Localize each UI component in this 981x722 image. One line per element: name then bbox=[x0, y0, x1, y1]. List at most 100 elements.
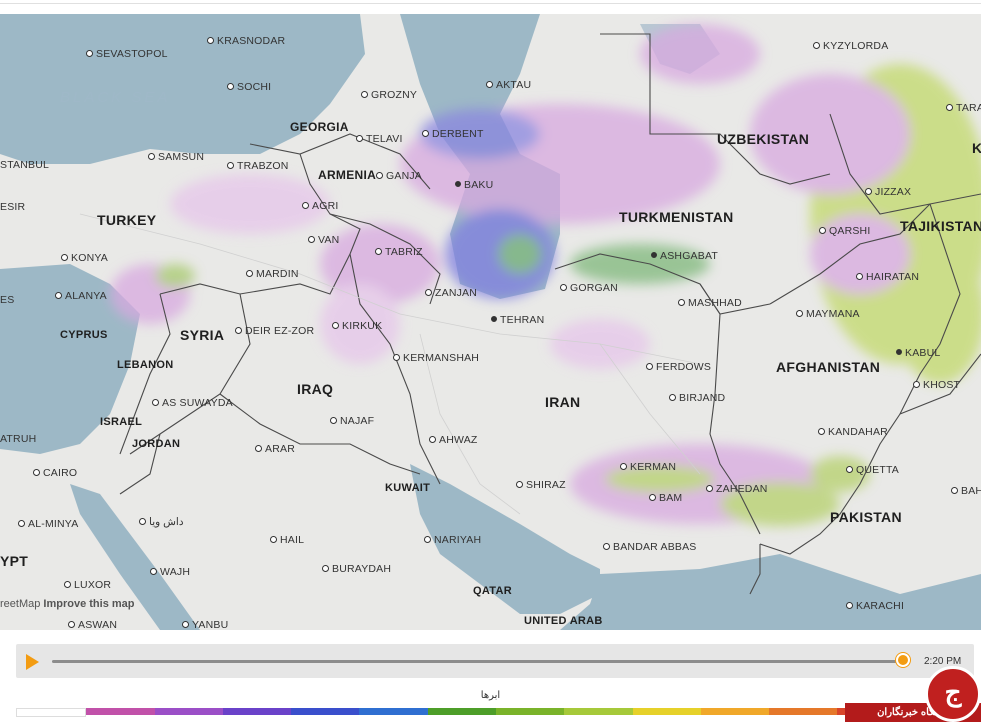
city-marker-icon bbox=[649, 493, 656, 501]
city-label: HAIRATAN bbox=[856, 272, 919, 283]
city-label: WAJH bbox=[150, 567, 190, 578]
city-marker-icon bbox=[255, 444, 262, 452]
country-afghanistan: AFGHANISTAN bbox=[776, 359, 881, 375]
city-label: YANBU bbox=[182, 620, 228, 630]
city-marker-icon bbox=[33, 468, 40, 476]
city-marker-icon bbox=[152, 398, 159, 406]
city-label: KERMANSHAH bbox=[393, 353, 479, 364]
city-label: AL-MINYA bbox=[18, 519, 78, 530]
top-border bbox=[0, 0, 981, 4]
legend-swatch bbox=[16, 708, 87, 717]
city-marker-icon bbox=[813, 41, 820, 49]
legend-swatch bbox=[359, 708, 428, 715]
legend-swatch bbox=[427, 708, 496, 715]
city-marker-icon bbox=[55, 291, 62, 299]
country-israel: ISRAEL bbox=[100, 416, 143, 428]
city-label: TABRIZ bbox=[375, 247, 423, 258]
attribution-text: reetMap bbox=[0, 598, 41, 610]
city-label: LUXOR bbox=[64, 580, 111, 591]
city-label: NARIYAH bbox=[424, 535, 481, 546]
city-marker-icon bbox=[302, 201, 309, 209]
city-marker-icon bbox=[64, 580, 71, 588]
country-egypt-partial: YPT bbox=[0, 553, 29, 569]
watermark-logo: باشگاه خبرنگاران ج bbox=[845, 660, 981, 722]
city-marker-icon bbox=[246, 269, 253, 277]
city-marker-icon bbox=[332, 321, 339, 329]
country-cyprus: CYPRUS bbox=[60, 329, 108, 341]
city-label: BIRJAND bbox=[669, 393, 725, 404]
city-label: ZANJAN bbox=[425, 288, 477, 299]
city-label: STANBUL bbox=[0, 159, 50, 171]
city-label: KONYA bbox=[61, 253, 108, 264]
city-marker-icon bbox=[516, 480, 523, 488]
city-label: TARA bbox=[946, 103, 981, 114]
city-label: BAM bbox=[649, 493, 682, 504]
city-label: ES bbox=[0, 294, 15, 306]
city-label: BAKU bbox=[455, 180, 493, 191]
city-label: TRABZON bbox=[227, 161, 289, 172]
city-label: BAH bbox=[951, 486, 981, 497]
city-label: DERBENT bbox=[422, 129, 484, 140]
timeline-track[interactable] bbox=[52, 660, 904, 663]
city-marker-icon bbox=[270, 535, 277, 543]
city-label: AHWAZ bbox=[429, 435, 478, 446]
improve-map-link[interactable]: Improve this map bbox=[43, 598, 134, 610]
city-label: SOCHI bbox=[227, 82, 271, 93]
city-label: KYZYLORDA bbox=[813, 41, 888, 52]
city-label: DEIR EZ-ZOR bbox=[235, 326, 314, 337]
city-label: KARACHI bbox=[846, 601, 904, 612]
country-syria: SYRIA bbox=[180, 327, 225, 343]
country-pakistan: PAKISTAN bbox=[830, 509, 902, 525]
legend-swatch bbox=[564, 708, 633, 715]
city-label: ALANYA bbox=[55, 291, 107, 302]
city-label: TEHRAN bbox=[491, 315, 544, 326]
city-marker-icon bbox=[603, 542, 610, 550]
city-label: AGRI bbox=[302, 201, 338, 212]
city-label: داش ویا bbox=[139, 517, 184, 528]
country-armenia: ARMENIA bbox=[318, 168, 377, 182]
arabian-sea bbox=[560, 554, 981, 630]
color-legend bbox=[16, 708, 974, 717]
city-marker-icon bbox=[913, 380, 920, 388]
city-label: FERDOWS bbox=[646, 362, 711, 373]
city-marker-icon bbox=[207, 36, 214, 44]
country-partial-k: K bbox=[972, 140, 981, 156]
city-marker-icon bbox=[148, 152, 155, 160]
city-label: ATRUH bbox=[0, 433, 37, 445]
city-marker-icon bbox=[951, 486, 958, 494]
country-turkey: TURKEY bbox=[97, 212, 157, 228]
city-marker-icon bbox=[227, 82, 234, 90]
city-label: KHOST bbox=[913, 380, 960, 391]
legend-swatch bbox=[700, 708, 770, 715]
city-marker-icon bbox=[818, 427, 825, 435]
city-label: GORGAN bbox=[560, 283, 618, 294]
weather-map[interactable]: BLACK SEA GEORGIA ARMENIA TURKEY SYRIA L… bbox=[0, 14, 981, 630]
city-label: TELAVI bbox=[356, 134, 403, 145]
legend-swatch bbox=[769, 708, 838, 715]
play-icon[interactable] bbox=[26, 654, 39, 670]
city-label: KIRKUK bbox=[332, 321, 382, 332]
watermark-glyph: ج bbox=[925, 666, 981, 722]
country-jordan: JORDAN bbox=[132, 438, 181, 450]
country-lebanon: LEBANON bbox=[117, 359, 174, 371]
city-marker-icon bbox=[393, 353, 400, 361]
city-label: GROZNY bbox=[361, 90, 417, 101]
city-marker-icon bbox=[356, 134, 363, 142]
city-marker-icon bbox=[150, 567, 157, 575]
city-marker-icon bbox=[946, 103, 953, 111]
city-label: QARSHI bbox=[819, 226, 870, 237]
animation-player: 2:20 PM bbox=[16, 644, 974, 678]
city-marker-icon bbox=[376, 171, 383, 179]
city-marker-icon bbox=[61, 253, 68, 261]
city-label: BURAYDAH bbox=[322, 564, 391, 575]
city-marker-icon bbox=[486, 80, 493, 88]
city-label: NAJAF bbox=[330, 416, 374, 427]
city-marker-icon bbox=[560, 283, 567, 291]
city-label: ZAHEDAN bbox=[706, 484, 768, 495]
city-marker-icon bbox=[235, 326, 242, 334]
city-marker-icon bbox=[68, 620, 75, 628]
city-marker-icon bbox=[361, 90, 368, 98]
city-label: AKTAU bbox=[486, 80, 531, 91]
city-label: MAYMANA bbox=[796, 309, 860, 320]
country-uzbekistan: UZBEKISTAN bbox=[717, 131, 810, 147]
